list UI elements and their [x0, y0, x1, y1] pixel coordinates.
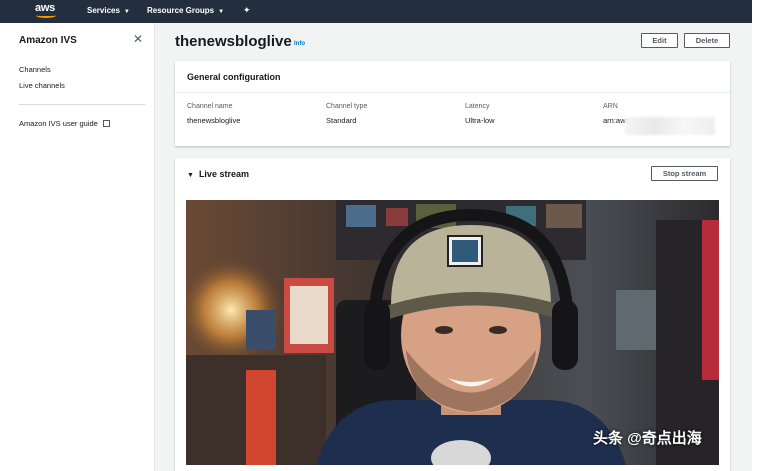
aws-smile-icon — [36, 13, 56, 18]
chevron-down-icon: ▼ — [218, 9, 225, 15]
live-stream-title: Live stream — [198, 169, 249, 179]
live-stream-panel: ▼ Live stream Stop stream — [175, 158, 730, 471]
external-link-icon — [102, 120, 110, 127]
user-guide-label: Amazon IVS user guide — [19, 119, 98, 128]
sidebar-item-live-channels[interactable]: Live channels — [19, 81, 65, 90]
latency-value: Ultra-low — [465, 116, 495, 125]
general-configuration-panel: General configuration Channel name thene… — [175, 61, 730, 146]
services-label: Services — [87, 6, 120, 15]
channel-type-value: Standard — [326, 116, 357, 125]
channel-type-label: Channel type — [326, 103, 368, 110]
arn-redacted-blur — [625, 117, 715, 135]
resource-groups-menu[interactable]: Resource Groups ▼ — [147, 6, 224, 15]
page-title: thenewsbloglive — [175, 33, 292, 50]
pin-icon[interactable]: ✦ — [243, 5, 251, 16]
sidebar: Amazon IVS ✕ Channels Live channels Amaz… — [0, 23, 155, 471]
aws-logo[interactable]: aws — [35, 3, 59, 20]
top-navigation-bar: aws Services ▼ Resource Groups ▼ ✦ — [0, 0, 752, 23]
stop-stream-button[interactable]: Stop stream — [651, 166, 718, 181]
info-link[interactable]: Info — [294, 41, 305, 47]
sidebar-item-channels[interactable]: Channels — [19, 65, 51, 74]
aws-logo-text: aws — [35, 2, 55, 14]
video-frame-image — [186, 200, 719, 465]
sidebar-title: Amazon IVS — [19, 35, 77, 46]
delete-button[interactable]: Delete — [684, 33, 730, 48]
latency-label: Latency — [465, 103, 490, 110]
channel-name-value: thenewsbloglive — [187, 116, 241, 125]
close-icon[interactable]: ✕ — [133, 32, 143, 46]
services-menu[interactable]: Services ▼ — [87, 6, 130, 15]
watermark-text: 头条 @奇点出海 — [593, 430, 702, 447]
user-guide-link[interactable]: Amazon IVS user guide — [19, 119, 110, 128]
chevron-down-icon: ▼ — [123, 9, 130, 15]
live-stream-header[interactable]: ▼ Live stream — [187, 169, 249, 179]
resource-groups-label: Resource Groups — [147, 6, 215, 15]
arn-label: ARN — [603, 103, 618, 110]
main-content: thenewsbloglive Info Edit Delete General… — [155, 23, 752, 471]
sidebar-divider — [19, 104, 145, 105]
general-configuration-title: General configuration — [175, 61, 730, 93]
live-video-player[interactable] — [186, 200, 719, 465]
edit-button[interactable]: Edit — [641, 33, 678, 48]
channel-name-label: Channel name — [187, 103, 233, 110]
caret-down-icon: ▼ — [187, 172, 194, 179]
